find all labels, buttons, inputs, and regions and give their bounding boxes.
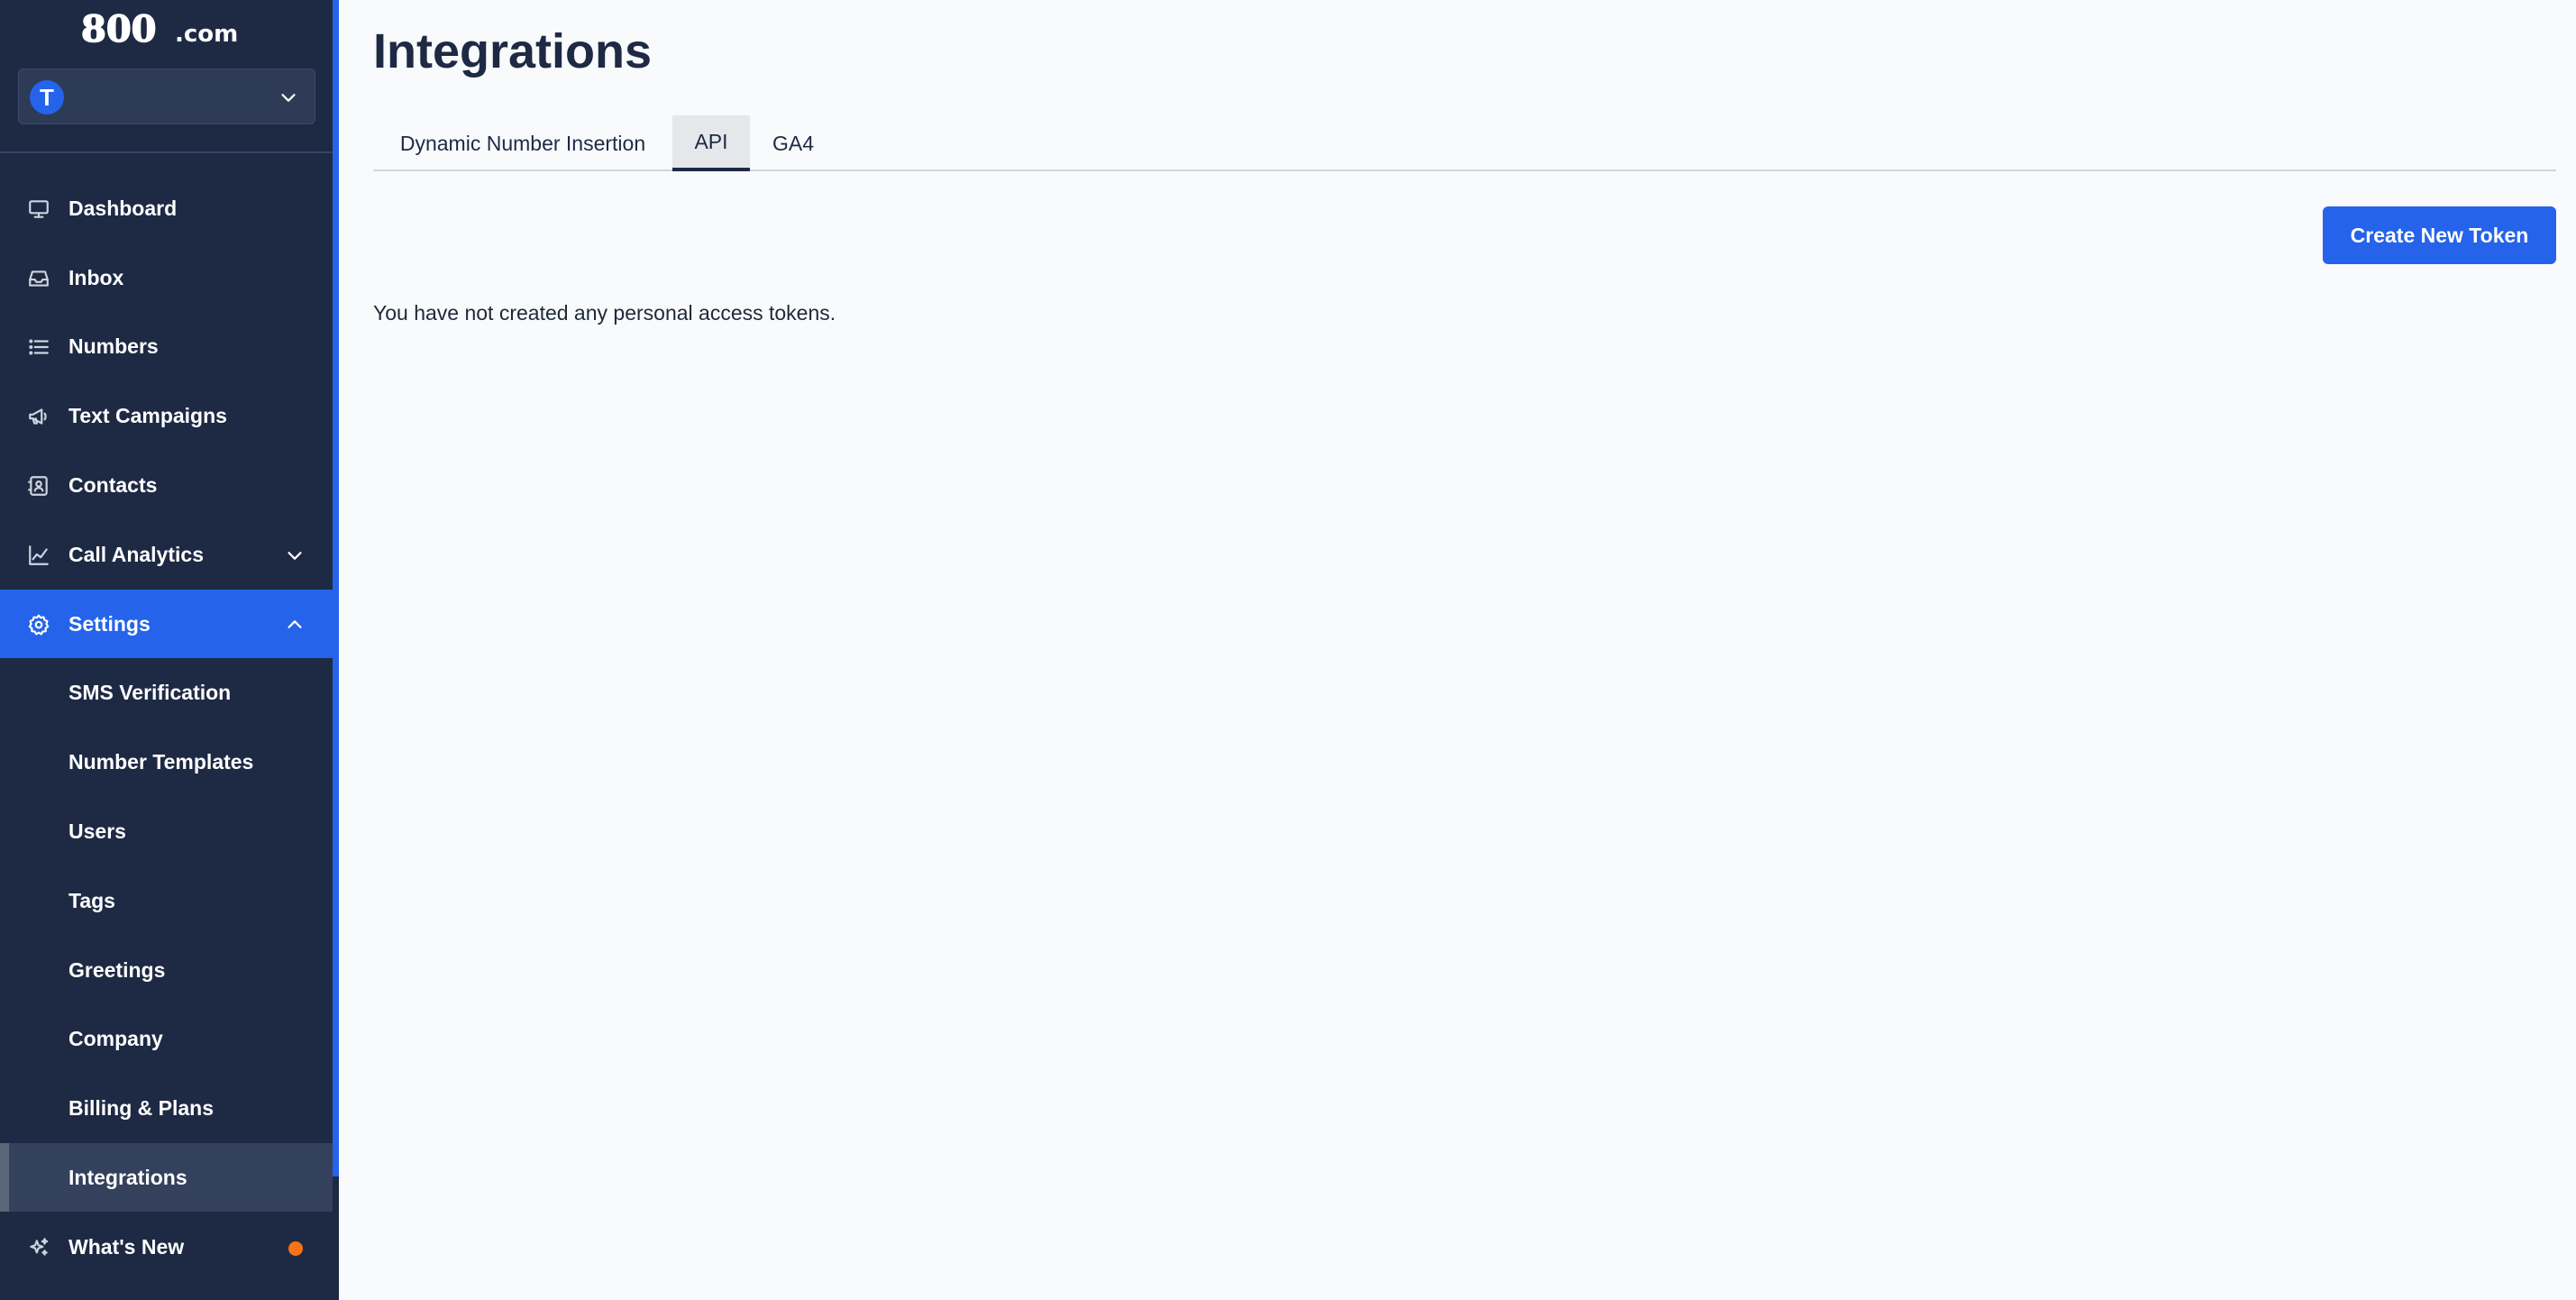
chart-line-icon — [27, 544, 50, 567]
sidebar: 800 .com T Dashboard Inbox Numbers Text … — [0, 0, 339, 1300]
empty-state-message: You have not created any personal access… — [373, 301, 836, 325]
sidebar-item-call-analytics[interactable]: Call Analytics — [0, 520, 333, 589]
sidebar-item-label: What's New — [69, 1234, 185, 1259]
main-content: Integrations Dynamic Number Insertion AP… — [339, 0, 2576, 1300]
sidebar-subitem-users[interactable]: Users — [0, 797, 333, 865]
current-item-marker — [0, 1143, 9, 1212]
sidebar-subitem-company[interactable]: Company — [0, 1004, 333, 1073]
inbox-icon — [27, 267, 50, 290]
sidebar-subitem-number-templates[interactable]: Number Templates — [0, 728, 333, 796]
sidebar-subitem-integrations[interactable]: Integrations — [0, 1143, 333, 1212]
tab-bar: Dynamic Number Insertion API GA4 — [373, 115, 2556, 171]
sidebar-item-label: Text Campaigns — [69, 403, 227, 427]
sidebar-subitem-label: Billing & Plans — [69, 1095, 215, 1120]
monitor-icon — [27, 197, 50, 221]
sidebar-subitem-label: Greetings — [69, 957, 166, 982]
sidebar-subitem-greetings[interactable]: Greetings — [0, 936, 333, 1004]
sidebar-item-numbers[interactable]: Numbers — [0, 312, 333, 380]
svg-text:.com: .com — [175, 21, 238, 48]
sidebar-scrollbar[interactable] — [333, 0, 339, 1176]
account-switcher[interactable]: T — [18, 69, 315, 124]
sidebar-subitem-label: SMS Verification — [69, 680, 232, 704]
sidebar-item-text-campaigns[interactable]: Text Campaigns — [0, 381, 333, 450]
sidebar-subitem-label: Tags — [69, 888, 115, 912]
sidebar-item-label: Numbers — [69, 334, 159, 358]
tab-dynamic-number-insertion[interactable]: Dynamic Number Insertion — [373, 115, 672, 171]
tab-api[interactable]: API — [672, 115, 750, 171]
sidebar-item-contacts[interactable]: Contacts — [0, 451, 333, 519]
notification-dot — [288, 1241, 303, 1256]
sidebar-divider — [0, 151, 333, 153]
chevron-down-icon — [281, 94, 296, 102]
sidebar-item-settings[interactable]: Settings — [0, 590, 333, 658]
sidebar-item-whats-new[interactable]: What's New — [0, 1213, 333, 1281]
svg-text:800: 800 — [81, 13, 157, 49]
sidebar-item-label: Dashboard — [69, 196, 178, 220]
gear-icon — [27, 613, 50, 636]
create-new-token-button[interactable]: Create New Token — [2323, 206, 2556, 264]
tab-ga4[interactable]: GA4 — [750, 115, 836, 171]
sidebar-subitem-label: Number Templates — [69, 749, 254, 774]
sparkles-icon — [27, 1236, 50, 1259]
list-icon — [27, 335, 50, 359]
contact-card-icon — [27, 474, 50, 498]
sidebar-item-label: Inbox — [69, 265, 124, 289]
sidebar-subitem-label: Company — [69, 1026, 163, 1050]
brand-logo[interactable]: 800 .com — [80, 7, 252, 51]
chevron-down-icon — [285, 545, 305, 565]
sidebar-subitem-tags[interactable]: Tags — [0, 866, 333, 935]
sidebar-item-label: Call Analytics — [69, 542, 204, 566]
sidebar-subitem-billing-plans[interactable]: Billing & Plans — [0, 1074, 333, 1142]
sidebar-subitem-label: Users — [69, 819, 126, 843]
page-title: Integrations — [373, 24, 653, 78]
sidebar-subitem-label: Integrations — [69, 1165, 187, 1189]
sidebar-item-label: Settings — [69, 611, 151, 636]
sidebar-item-label: Contacts — [69, 472, 158, 497]
sidebar-item-dashboard[interactable]: Dashboard — [0, 174, 333, 243]
chevron-up-icon — [285, 615, 305, 635]
sidebar-subitem-sms-verification[interactable]: SMS Verification — [0, 658, 333, 727]
avatar: T — [30, 80, 64, 114]
sidebar-item-inbox[interactable]: Inbox — [0, 243, 333, 312]
logo-image: 800 .com — [80, 7, 238, 51]
megaphone-icon — [27, 405, 50, 428]
